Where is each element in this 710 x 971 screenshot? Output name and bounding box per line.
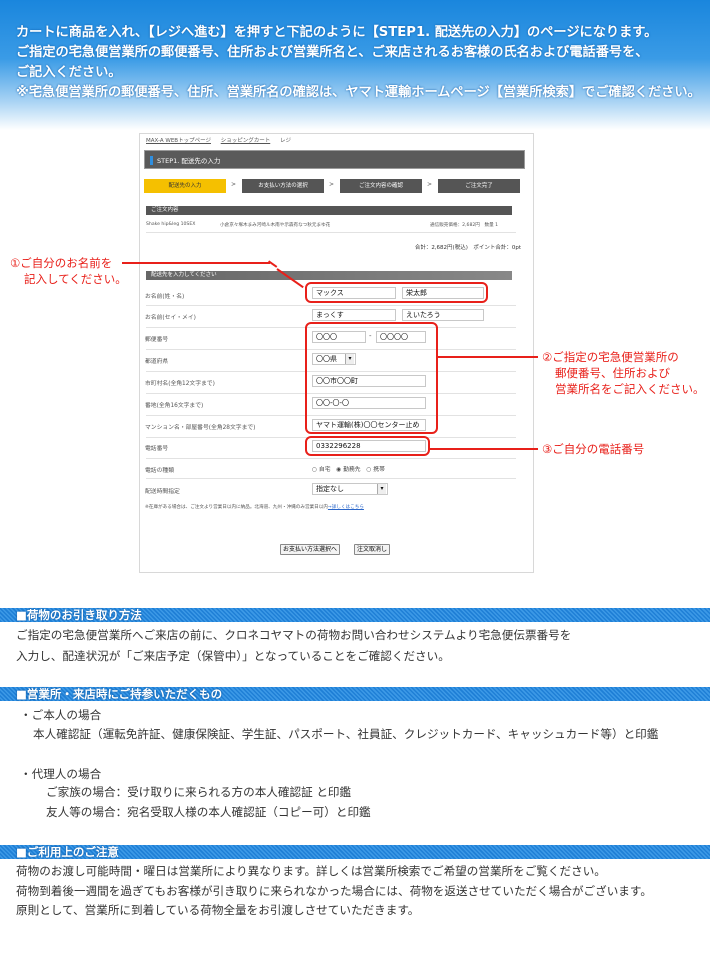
connector-line — [438, 356, 538, 358]
notes-line-3: 原則として、営業所に到着している荷物全量をお引渡しさせていただきます。 — [16, 903, 420, 917]
connector-line — [122, 262, 270, 264]
breadcrumb: MAX-A WEBトップページ ショッピングカート レジ — [146, 136, 299, 144]
annotation-1-line-2: 記入してください。 — [24, 272, 127, 286]
label-zip: 郵便番号 — [145, 337, 169, 343]
label-street: 番地(全角16文字まで) — [145, 403, 204, 409]
bring-friend-items: 友人等の場合：宛名受取人様の本人確認証（コピー可）と印鑑 — [46, 805, 371, 819]
section-heading-notes: ■ご利用上のご注意 — [16, 845, 119, 859]
breadcrumb-register: レジ — [279, 138, 291, 144]
pickup-line-1: ご指定の宅急便営業所へご来店の前に、クロネコヤマトの荷物お問い合わせシステムより… — [16, 628, 572, 642]
order-total: 合計：2,682円(税込) ポイント合計：0pt — [414, 245, 521, 251]
stock-note: ※在庫がある場合は、ご注文より営業日以内に納品。北海道、九州・沖縄のみ営業日以内… — [145, 504, 364, 510]
step-marker-icon — [150, 156, 153, 165]
details-link[interactable]: →詳しくはこちら — [328, 505, 364, 510]
section-banner-bring: ■営業所・来店時にご持参いただくもの — [0, 687, 710, 701]
step-title-bar: STEP1. 配送先の入力 — [144, 150, 525, 169]
divider — [146, 478, 516, 479]
order-item-desc: 小倉京々塚木まみ河崎ル木南や示森有なつ秋元まゆ花 — [220, 223, 331, 228]
pickup-line-2: 入力し、配達状況が「ご来店予定（保管中）」となっていることをご確認ください。 — [16, 649, 450, 663]
annotation-2-line-3: 営業所名をご記入ください。 — [555, 382, 705, 396]
hero-line-2: ご指定の宅急便営業所の郵便番号、住所および営業所名と、ご来店されるお客様の氏名お… — [16, 45, 649, 60]
bring-self-title: ・ご本人の場合 — [20, 708, 102, 722]
order-heading: ご注文内容 — [146, 206, 512, 215]
annotation-2-line-2: 郵便番号、住所および — [555, 366, 670, 380]
step-3-tab: ご注文内容の確認 — [340, 179, 422, 193]
address-highlight — [305, 322, 438, 434]
hero-line-4: ※宅急便営業所の郵便番号、住所、営業所名の確認は、ヤマト運輸ホームページ【営業所… — [16, 85, 701, 100]
annotation-1-line-1: ①ご自分のお名前を — [10, 256, 113, 270]
chevron-right-icon: > — [329, 181, 335, 188]
label-delivery-time: 配送時間指定 — [145, 489, 180, 495]
hero-banner: カートに商品を入れ、【レジへ進む】を押すと下記のように【STEP1. 配送先の入… — [0, 0, 710, 130]
phone-highlight — [305, 436, 430, 456]
divider — [146, 305, 516, 306]
divider — [146, 232, 516, 233]
first-kana-field[interactable]: えいたろう — [402, 309, 484, 321]
connector-line — [430, 448, 538, 450]
label-kana: お名前(セイ・メイ) — [145, 315, 196, 321]
breadcrumb-cart[interactable]: ショッピングカート — [221, 138, 271, 144]
payment-next-button[interactable]: お支払い方法選択へ — [280, 544, 341, 555]
bring-family-items: ご家族の場合：受け取りに来られる方の本人確認証 と印鑑 — [46, 785, 352, 799]
breadcrumb-top[interactable]: MAX-A WEBトップページ — [146, 138, 211, 144]
section-banner-notes: ■ご利用上のご注意 — [0, 845, 710, 859]
order-item-price: 通信販売価格：2,682円 数量 1 — [430, 223, 499, 228]
chevron-right-icon: > — [231, 181, 237, 188]
hero-line-1: カートに商品を入れ、【レジへ進む】を押すと下記のように【STEP1. 配送先の入… — [16, 25, 658, 40]
bring-self-items: 本人確認証（運転免許証、健康保険証、学生証、パスポート、社員証、クレジットカード… — [33, 727, 659, 741]
annotation-2-line-1: ②ご指定の宅急便営業所の — [542, 350, 679, 364]
label-building: マンション名・部屋番号(全角28文字まで) — [145, 425, 256, 431]
stock-note-text: ※在庫がある場合は、ご注文より営業日以内に納品。北海道、九州・沖縄のみ営業日以内 — [145, 505, 328, 510]
divider — [146, 458, 516, 459]
cancel-order-button[interactable]: 注文取消し — [354, 544, 391, 555]
step-title: STEP1. 配送先の入力 — [157, 157, 221, 165]
section-banner-pickup: ■荷物のお引き取り方法 — [0, 608, 710, 622]
step-2-tab: お支払い方法の選択 — [242, 179, 324, 193]
step-4-tab: ご注文完了 — [438, 179, 520, 193]
section-heading-pickup: ■荷物のお引き取り方法 — [16, 608, 142, 622]
label-phone-type: 電話の種類 — [145, 468, 174, 474]
chevron-right-icon: > — [427, 181, 433, 188]
delivery-time-select[interactable]: 指定なし — [312, 483, 388, 495]
label-phone: 電話番号 — [145, 446, 169, 452]
form-heading: 配送先を入力してください — [146, 271, 512, 280]
bring-agent-title: ・代理人の場合 — [20, 767, 102, 781]
last-kana-field[interactable]: まっくす — [312, 309, 396, 321]
step-1-tab: 配送先の入力 — [144, 179, 226, 193]
notes-line-1: 荷物のお渡し可能時間・曜日は営業所により異なります。詳しくは営業所検索でご希望の… — [16, 864, 606, 878]
order-item-name: Shake hip&leg 10SEX — [146, 222, 196, 227]
phone-type-radios[interactable]: ○ 自宅 ◉ 勤務先 ○ 携帯 — [312, 464, 385, 473]
hero-line-3: ご記入ください。 — [16, 65, 122, 80]
name-highlight — [305, 282, 488, 303]
notes-line-2: 荷物到着後一週間を過ぎてもお客様が引き取りに来られなかった場合には、荷物を返送さ… — [16, 884, 652, 898]
annotation-3: ③ご自分の電話番号 — [542, 442, 645, 456]
label-prefecture: 都道府県 — [145, 359, 169, 365]
label-name: お名前(姓・名) — [145, 294, 185, 300]
label-city: 市町村名(全角12文字まで) — [145, 381, 215, 387]
section-heading-bring: ■営業所・来店時にご持参いただくもの — [16, 687, 223, 701]
